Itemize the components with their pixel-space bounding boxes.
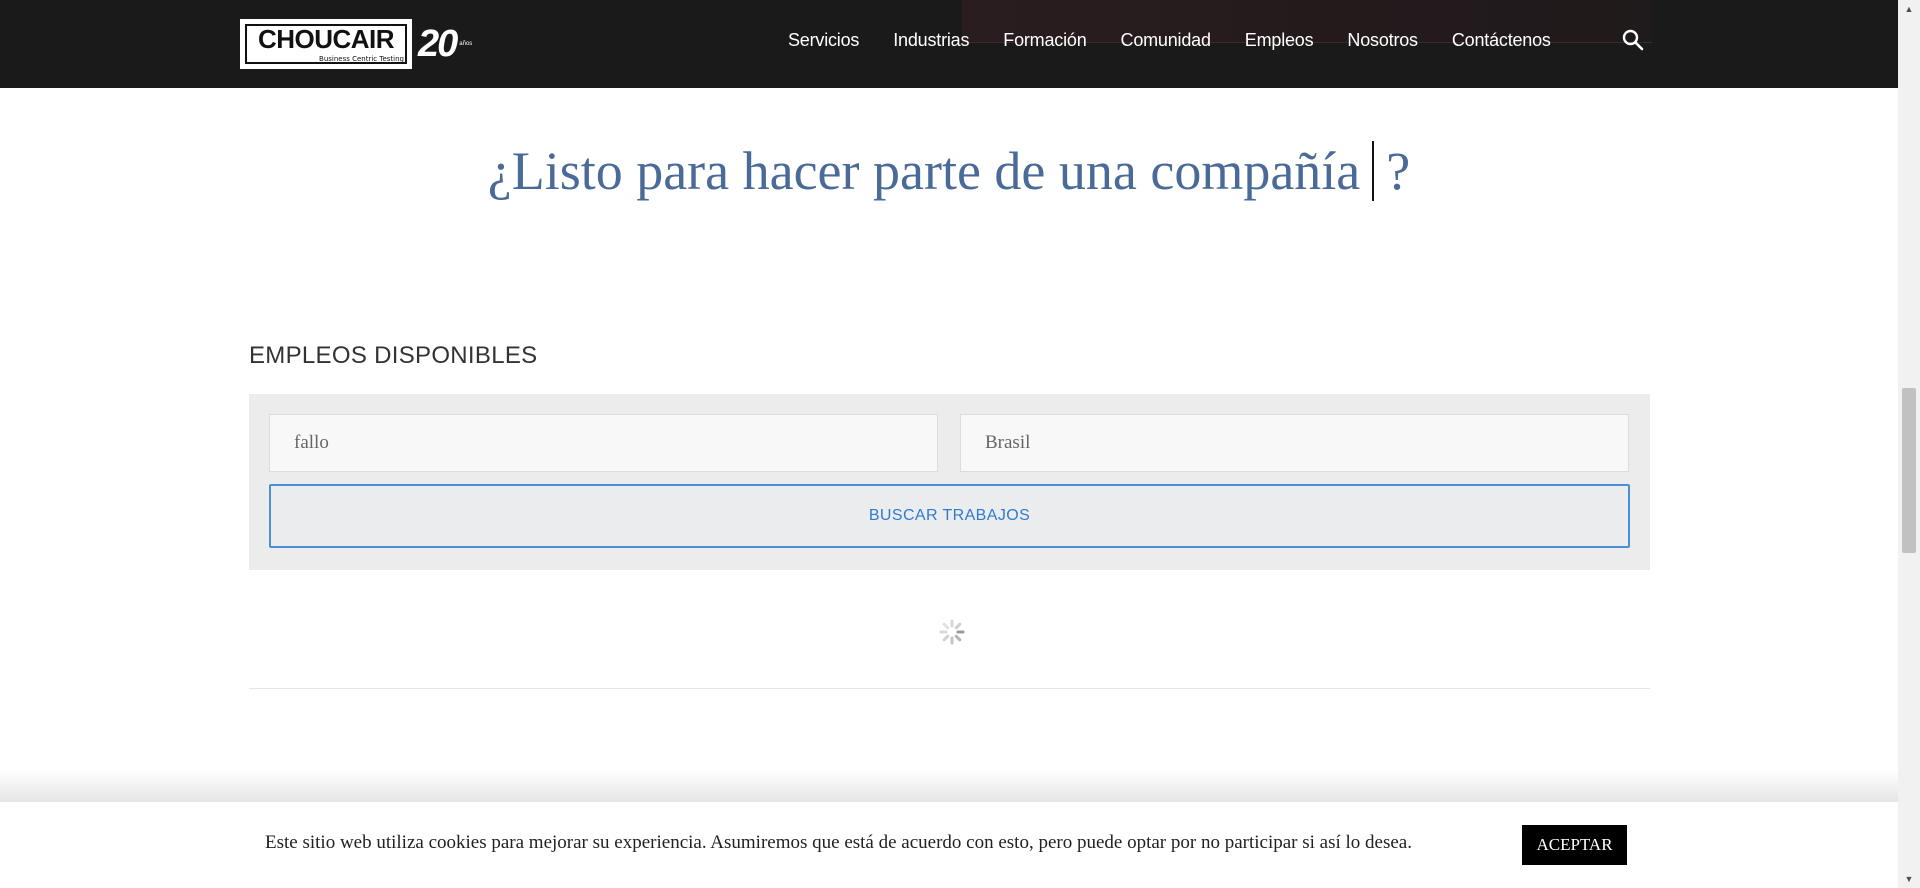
nav-comunidad[interactable]: Comunidad — [1121, 30, 1211, 51]
logo-tagline: Business Centric Testing — [319, 55, 404, 63]
nav-formacion[interactable]: Formación — [1003, 30, 1086, 51]
typing-caret — [1372, 141, 1375, 201]
keyword-input[interactable]: fallo — [269, 414, 938, 472]
keyword-input-value: fallo — [294, 432, 329, 453]
location-input[interactable]: Brasil — [960, 414, 1629, 472]
main-nav: Servicios Industrias Formación Comunidad… — [788, 0, 1585, 80]
nav-servicios[interactable]: Servicios — [788, 30, 859, 51]
logo-anniversary-note: años — [459, 40, 473, 47]
scrollbar-thumb[interactable] — [1902, 388, 1916, 553]
search-icon[interactable] — [1621, 28, 1645, 52]
choucair-logo[interactable]: CHOUCAIR Business Centric Testing 20 año… — [240, 17, 486, 71]
nav-industrias[interactable]: Industrias — [893, 30, 969, 51]
nav-nosotros[interactable]: Nosotros — [1347, 30, 1418, 51]
logo-brand-text: CHOUCAIR — [257, 24, 395, 54]
scroll-down-arrow-icon[interactable]: ▼ — [1898, 870, 1920, 888]
page-scrollbar[interactable]: ▲ ▼ — [1898, 0, 1920, 888]
accept-cookies-button[interactable]: ACEPTAR — [1522, 825, 1627, 865]
nav-contactenos[interactable]: Contáctenos — [1452, 30, 1551, 51]
scroll-up-arrow-icon[interactable]: ▲ — [1898, 0, 1920, 18]
search-jobs-button[interactable]: BUSCAR TRABAJOS — [269, 484, 1630, 548]
jobs-section-title: EMPLEOS DISPONIBLES — [249, 342, 538, 369]
site-header: CHOUCAIR Business Centric Testing 20 año… — [0, 0, 1898, 88]
logo-mark: CHOUCAIR Business Centric Testing — [240, 19, 412, 69]
cookie-bar-shadow — [0, 770, 1898, 802]
location-input-value: Brasil — [985, 432, 1031, 453]
section-divider — [249, 688, 1650, 689]
hero-heading: ¿Listo para hacer parte de una compañía? — [0, 140, 1898, 202]
logo-anniversary-number: 20 — [418, 22, 458, 65]
cookie-consent-bar: Este sitio web utiliza cookies para mejo… — [0, 802, 1898, 888]
cookie-message: Este sitio web utiliza cookies para mejo… — [265, 832, 1412, 853]
nav-empleos[interactable]: Empleos — [1245, 30, 1314, 51]
hero-text: ¿Listo para hacer parte de una compañía — [487, 141, 1361, 201]
hero-question-mark: ? — [1386, 141, 1411, 201]
spinner-icon — [938, 618, 966, 646]
job-search-panel: fallo Brasil BUSCAR TRABAJOS — [249, 394, 1650, 570]
